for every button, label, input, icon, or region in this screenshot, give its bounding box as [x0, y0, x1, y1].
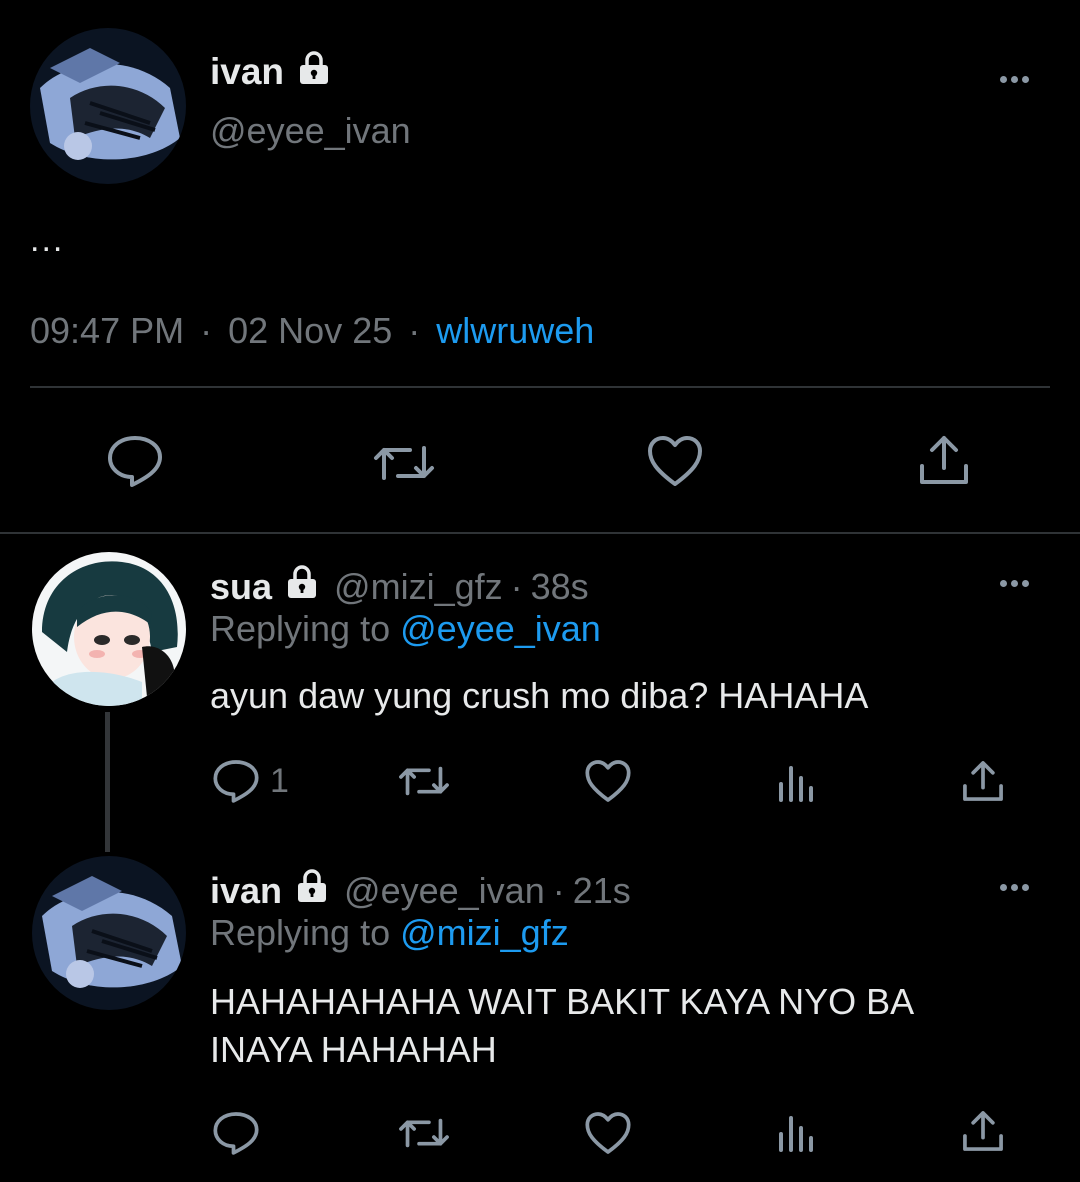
retweet-icon[interactable]: [396, 1112, 452, 1154]
tweet-source[interactable]: wlwruweh: [436, 310, 594, 351]
tweet-text: ...: [30, 221, 65, 259]
meta-separator: ·: [200, 310, 213, 351]
replying-to-link[interactable]: @mizi_gfz: [400, 912, 569, 953]
replying-label: Replying to: [210, 912, 391, 953]
avatar[interactable]: [32, 552, 186, 706]
display-name[interactable]: sua: [210, 566, 272, 608]
more-icon[interactable]: [1000, 70, 1050, 83]
more-icon[interactable]: [1000, 574, 1050, 587]
retweet-icon[interactable]: [396, 760, 452, 802]
display-name-text[interactable]: ivan: [210, 52, 284, 92]
handle[interactable]: @mizi_gfz: [334, 566, 503, 608]
handle[interactable]: @eyee_ivan: [210, 110, 411, 152]
like-icon[interactable]: [584, 1110, 632, 1156]
tweet-meta: 09:47 PM · 02 Nov 25 · wlwruweh: [30, 310, 594, 352]
tweet-time: 09:47 PM: [30, 310, 185, 351]
handle[interactable]: @eyee_ivan: [344, 870, 545, 912]
reply-icon[interactable]: 1: [212, 758, 289, 804]
like-icon[interactable]: [646, 434, 704, 488]
share-icon[interactable]: [916, 432, 972, 488]
lock-icon: [292, 866, 332, 915]
avatar[interactable]: [32, 856, 186, 1010]
replying-to: Replying to @mizi_gfz: [210, 912, 569, 954]
reply-header: sua @mizi_gfz · 38s: [210, 562, 589, 611]
meta-separator: ·: [408, 310, 421, 351]
lock-icon: [282, 562, 322, 611]
reply-icon[interactable]: [212, 1110, 260, 1156]
reply-text: ayun daw yung crush mo diba? HAHAHA: [210, 675, 869, 716]
section-divider: [0, 532, 1080, 534]
reply-text-line: HAHAHAHAHA WAIT BAKIT KAYA NYO BA: [210, 981, 915, 1022]
display-name[interactable]: ivan: [210, 48, 334, 96]
analytics-icon[interactable]: [776, 1112, 818, 1152]
avatar[interactable]: [30, 28, 186, 184]
share-icon[interactable]: [960, 758, 1006, 804]
like-icon[interactable]: [584, 758, 632, 804]
divider: [30, 386, 1050, 388]
tweet-date: 02 Nov 25: [228, 310, 393, 351]
reply-text: HAHAHAHAHA WAIT BAKIT KAYA NYO BA INAYA …: [210, 978, 914, 1074]
share-icon[interactable]: [960, 1108, 1006, 1154]
replying-label: Replying to: [210, 608, 391, 649]
analytics-icon[interactable]: [776, 762, 818, 802]
reply-icon[interactable]: [106, 434, 164, 488]
reply-count: 1: [270, 761, 289, 800]
replying-to: Replying to @eyee_ivan: [210, 608, 601, 650]
thread-line: [105, 712, 110, 852]
retweet-icon[interactable]: [370, 438, 438, 488]
lock-icon: [294, 48, 334, 96]
reply-text-line: INAYA HAHAHAH: [210, 1029, 497, 1070]
timestamp[interactable]: 38s: [531, 566, 589, 608]
reply-header: ivan @eyee_ivan · 21s: [210, 866, 631, 915]
display-name[interactable]: ivan: [210, 870, 282, 912]
more-icon[interactable]: [1000, 878, 1050, 891]
meta-separator: ·: [552, 869, 565, 911]
replying-to-link[interactable]: @eyee_ivan: [400, 608, 601, 649]
meta-separator: ·: [510, 565, 523, 607]
timestamp[interactable]: 21s: [573, 870, 631, 912]
